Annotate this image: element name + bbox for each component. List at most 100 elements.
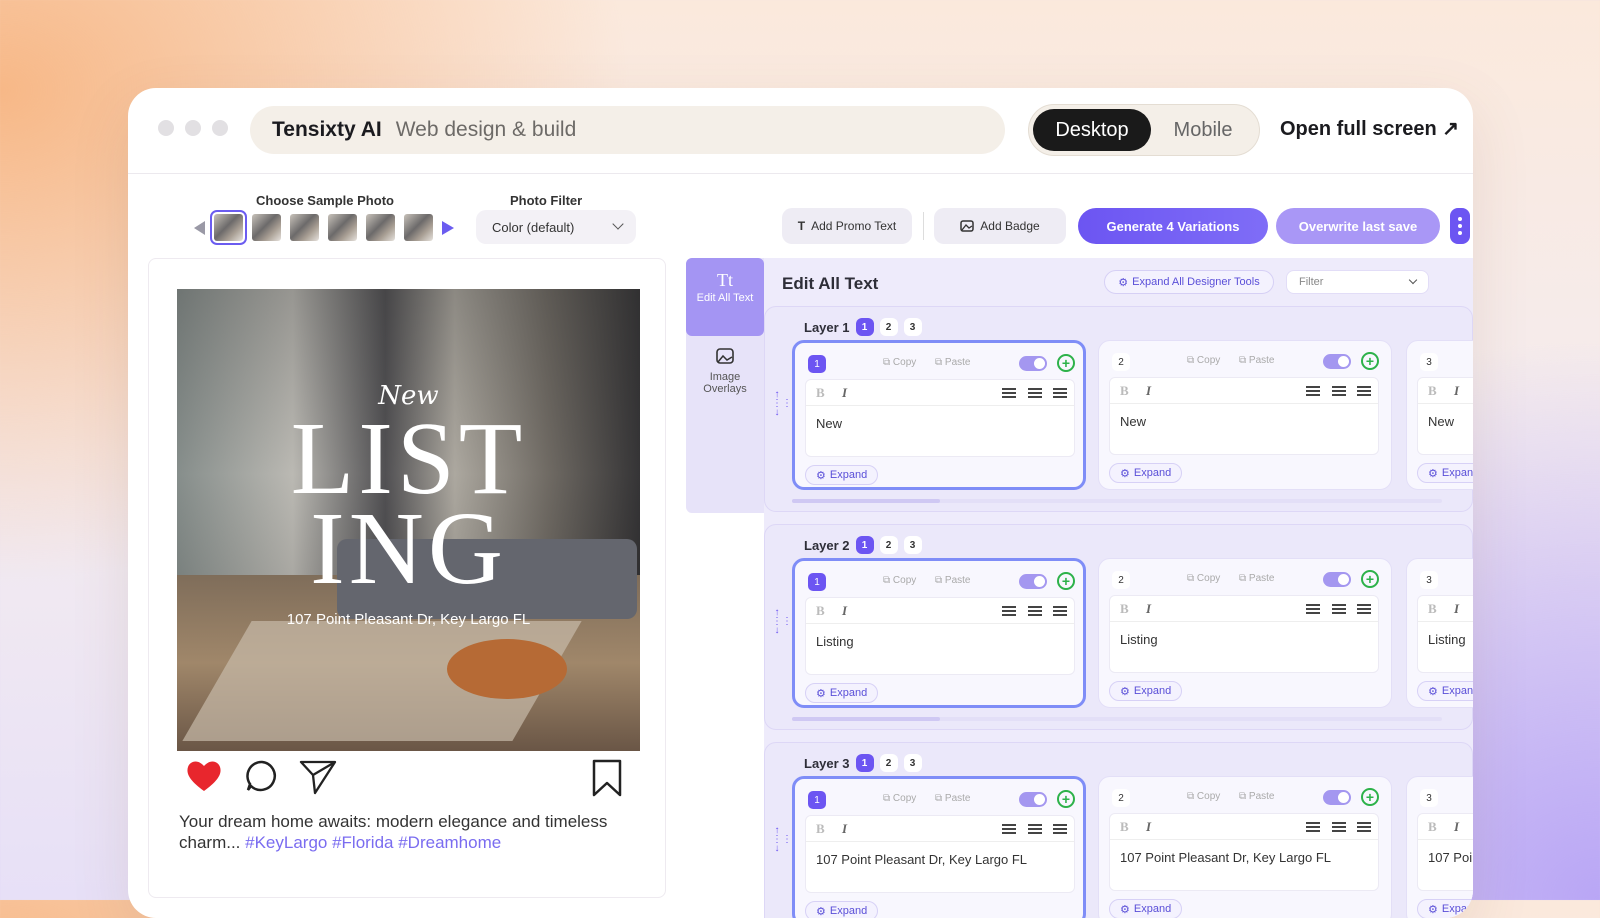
layer-variation-tab[interactable]: 2 xyxy=(879,536,898,554)
caption-hashtags[interactable]: #KeyLargo #Florida #Dreamhome xyxy=(245,833,501,852)
italic-icon[interactable]: I xyxy=(1146,383,1151,399)
bookmark-icon[interactable] xyxy=(591,759,623,797)
add-badge-button[interactable]: Add Badge xyxy=(934,208,1066,244)
variation-text[interactable]: New xyxy=(1120,414,1146,429)
comment-icon[interactable] xyxy=(245,759,279,793)
layer-variation-tab[interactable]: 2 xyxy=(879,318,898,336)
next-arrow-icon[interactable] xyxy=(442,220,454,235)
variation-card[interactable]: 2 ⧉ Copy ⧉ Paste + B I New ⚙ Expand xyxy=(1098,340,1392,490)
variation-card[interactable]: 1 ⧉ Copy ⧉ Paste + B I New ⚙ Expand xyxy=(792,340,1086,490)
expand-button[interactable]: ⚙Expand xyxy=(805,465,879,485)
photo-filter-select[interactable]: Color (default) xyxy=(476,210,636,244)
drag-handle-icon[interactable]: ↑ ⋮⋮ ↓ xyxy=(772,826,792,854)
bold-icon[interactable]: B xyxy=(1120,383,1129,399)
scrollbar-thumb[interactable] xyxy=(792,717,940,721)
italic-icon[interactable]: I xyxy=(1454,383,1459,399)
align-center-icon[interactable] xyxy=(1028,824,1042,834)
variation-card[interactable]: 1 ⧉ Copy ⧉ Paste + B I 107 Point Pleasant Dr, … xyxy=(792,776,1086,918)
copy-button[interactable]: ⧉ Copy xyxy=(1187,791,1220,802)
variation-text[interactable]: New xyxy=(1428,414,1454,429)
photo-thumbnail[interactable] xyxy=(210,210,247,245)
variation-card[interactable]: 2 ⧉ Copy ⧉ Paste + B I 107 Point Pleasant Dr, … xyxy=(1098,776,1392,918)
text-editor[interactable]: B I 107 Point Pleasant Dr, Key Largo FL xyxy=(805,815,1075,893)
close-dot[interactable] xyxy=(158,120,174,136)
photo-thumbnail[interactable] xyxy=(252,214,281,241)
expand-button[interactable]: ⚙Expand xyxy=(1109,899,1183,918)
drag-handle-icon[interactable]: ↑ ⋮⋮ ↓ xyxy=(772,390,792,418)
variation-text[interactable]: 107 Point Pleasant Dr, Key Largo FL xyxy=(816,852,1027,867)
italic-icon[interactable]: I xyxy=(1146,819,1151,835)
horizontal-scrollbar[interactable] xyxy=(792,499,1442,503)
mobile-view-button[interactable]: Mobile xyxy=(1151,109,1255,151)
paste-button[interactable]: ⧉ Paste xyxy=(935,357,971,368)
copy-button[interactable]: ⧉ Copy xyxy=(883,357,916,368)
tab-edit-all-text[interactable]: Tt Edit All Text xyxy=(686,258,764,336)
align-left-icon[interactable] xyxy=(1306,386,1320,396)
paste-button[interactable]: ⧉ Paste xyxy=(1239,573,1275,584)
scrollbar-thumb[interactable] xyxy=(792,499,940,503)
layer-variation-tab[interactable]: 1 xyxy=(855,318,874,336)
expand-button[interactable]: ⚙Expand xyxy=(805,901,879,918)
italic-icon[interactable]: I xyxy=(1454,819,1459,835)
tab-image-overlays[interactable]: Image Overlays xyxy=(686,348,764,408)
add-icon[interactable]: + xyxy=(1361,788,1379,806)
variation-card[interactable]: 3⧉ Copy⧉ Paste+BIListing⚙Expand xyxy=(1406,558,1473,708)
bold-icon[interactable]: B xyxy=(816,821,825,837)
add-icon[interactable]: + xyxy=(1361,570,1379,588)
text-editor[interactable]: B I New xyxy=(805,379,1075,457)
bold-icon[interactable]: B xyxy=(816,603,825,619)
variation-text[interactable]: Listing xyxy=(816,634,854,649)
text-editor[interactable]: B I Listing xyxy=(1417,595,1473,673)
minimize-dot[interactable] xyxy=(185,120,201,136)
expand-button[interactable]: ⚙Expand xyxy=(1109,681,1183,701)
expand-button[interactable]: ⚙Expand xyxy=(805,683,879,703)
layer-variation-tab[interactable]: 3 xyxy=(903,318,922,336)
text-editor[interactable]: B I 107 Point Pleasant Dr, Key Largo FL xyxy=(1109,813,1379,891)
text-editor[interactable]: B I New xyxy=(1417,377,1473,455)
align-center-icon[interactable] xyxy=(1332,822,1346,832)
overlay-listing-line2[interactable]: ING xyxy=(177,497,640,601)
expand-button[interactable]: ⚙Expand xyxy=(1109,463,1183,483)
bold-icon[interactable]: B xyxy=(1120,819,1129,835)
horizontal-scrollbar[interactable] xyxy=(792,717,1442,721)
generate-variations-button[interactable]: Generate 4 Variations xyxy=(1078,208,1268,244)
more-options-icon[interactable] xyxy=(1450,208,1470,244)
add-icon[interactable]: + xyxy=(1057,354,1075,372)
maximize-dot[interactable] xyxy=(212,120,228,136)
visibility-toggle[interactable] xyxy=(1019,356,1047,371)
bold-icon[interactable]: B xyxy=(1120,601,1129,617)
variation-text[interactable]: 107 Point Pleasant Dr, Key Largo FL xyxy=(1428,850,1473,865)
italic-icon[interactable]: I xyxy=(842,603,847,619)
paste-button[interactable]: ⧉ Paste xyxy=(935,575,971,586)
align-center-icon[interactable] xyxy=(1332,386,1346,396)
text-editor[interactable]: B I New xyxy=(1109,377,1379,455)
variation-text[interactable]: New xyxy=(816,416,842,431)
add-icon[interactable]: + xyxy=(1057,572,1075,590)
expand-all-designer-tools-button[interactable]: ⚙ Expand All Designer Tools xyxy=(1104,270,1274,294)
copy-button[interactable]: ⧉ Copy xyxy=(1187,355,1220,366)
address-bar[interactable]: Tensixty AI Web design & build xyxy=(250,106,1005,154)
visibility-toggle[interactable] xyxy=(1323,354,1351,369)
visibility-toggle[interactable] xyxy=(1323,790,1351,805)
align-center-icon[interactable] xyxy=(1332,604,1346,614)
align-right-icon[interactable] xyxy=(1357,604,1371,614)
italic-icon[interactable]: I xyxy=(1454,601,1459,617)
italic-icon[interactable]: I xyxy=(1146,601,1151,617)
bold-icon[interactable]: B xyxy=(1428,383,1437,399)
align-left-icon[interactable] xyxy=(1306,822,1320,832)
bold-icon[interactable]: B xyxy=(816,385,825,401)
drag-handle-icon[interactable]: ↑ ⋮⋮ ↓ xyxy=(772,608,792,636)
italic-icon[interactable]: I xyxy=(842,821,847,837)
align-left-icon[interactable] xyxy=(1306,604,1320,614)
variation-text[interactable]: 107 Point Pleasant Dr, Key Largo FL xyxy=(1120,850,1331,865)
visibility-toggle[interactable] xyxy=(1323,572,1351,587)
expand-button[interactable]: ⚙Expand xyxy=(1417,899,1473,918)
editor-filter-select[interactable]: Filter xyxy=(1286,270,1429,294)
variation-card[interactable]: 3⧉ Copy⧉ Paste+BI107 Point Pleasant Dr, … xyxy=(1406,776,1473,918)
align-right-icon[interactable] xyxy=(1053,606,1067,616)
desktop-view-button[interactable]: Desktop xyxy=(1033,109,1151,151)
paste-button[interactable]: ⧉ Paste xyxy=(935,793,971,804)
add-promo-text-button[interactable]: T Add Promo Text xyxy=(782,208,912,244)
visibility-toggle[interactable] xyxy=(1019,792,1047,807)
send-icon[interactable] xyxy=(299,759,337,795)
